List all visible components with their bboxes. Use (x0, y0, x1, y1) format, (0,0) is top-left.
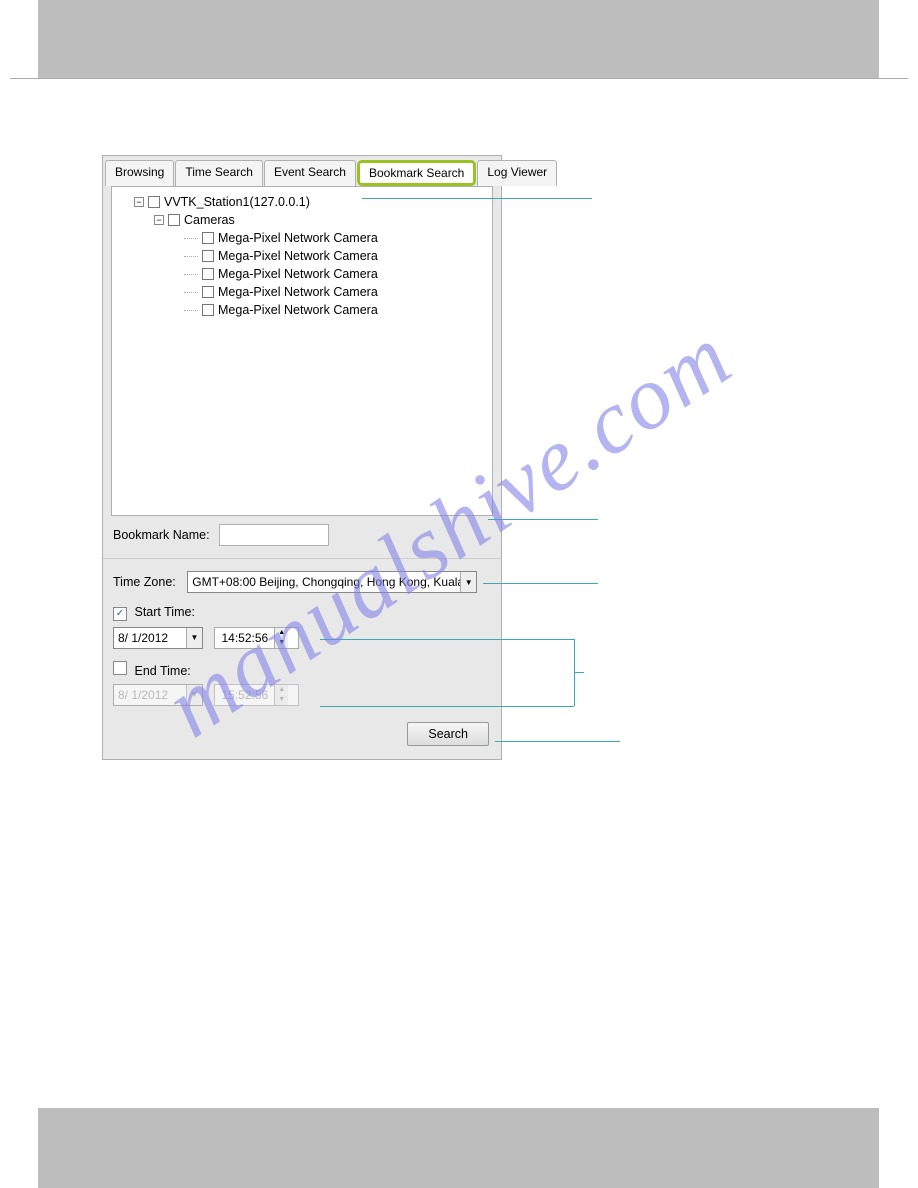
end-time-spinner: 15:52:56 ▲ ▼ (214, 684, 299, 706)
collapse-icon[interactable]: − (134, 197, 144, 207)
callout-line (483, 583, 598, 584)
spinner-down-icon: ▼ (275, 695, 288, 705)
search-panel: Browsing Time Search Event Search Bookma… (102, 155, 502, 760)
callout-line (574, 672, 584, 673)
end-time-checkbox[interactable] (113, 661, 127, 675)
header-banner (38, 0, 879, 78)
header-divider (10, 78, 908, 79)
camera-label: Mega-Pixel Network Camera (218, 249, 378, 263)
tree-camera-item[interactable]: Mega-Pixel Network Camera (184, 229, 488, 247)
timezone-dropdown[interactable]: GMT+08:00 Beijing, Chongqing, Hong Kong,… (187, 571, 477, 593)
tree-connector-icon (184, 274, 198, 275)
end-time-label: End Time: (134, 664, 190, 678)
camera-label: Mega-Pixel Network Camera (218, 231, 378, 245)
end-time-section: End Time: 8/ 1/2012 ▼ 15:52:56 ▲ ▼ (103, 657, 501, 714)
tree-connector-icon (184, 292, 198, 293)
callout-line (495, 741, 620, 742)
end-time-value: 15:52:56 (215, 685, 274, 705)
cameras-label: Cameras (184, 213, 235, 227)
timezone-label: Time Zone: (113, 575, 176, 589)
bookmark-name-section: Bookmark Name: (103, 516, 501, 554)
cameras-checkbox[interactable] (168, 214, 180, 226)
tree-connector-icon (184, 256, 198, 257)
divider (103, 558, 501, 559)
chevron-down-icon[interactable]: ▼ (186, 628, 202, 648)
search-button[interactable]: Search (407, 722, 489, 746)
callout-line (488, 519, 598, 520)
camera-checkbox[interactable] (202, 286, 214, 298)
tree-camera-item[interactable]: Mega-Pixel Network Camera (184, 301, 488, 319)
tab-bookmark-search[interactable]: Bookmark Search (357, 160, 476, 186)
start-time-checkbox[interactable] (113, 607, 127, 621)
callout-line (362, 198, 592, 199)
spinner-down-icon[interactable]: ▼ (275, 638, 288, 648)
camera-checkbox[interactable] (202, 232, 214, 244)
chevron-down-icon[interactable]: ▼ (460, 572, 476, 592)
station-checkbox[interactable] (148, 196, 160, 208)
tab-event-search[interactable]: Event Search (264, 160, 356, 186)
bookmark-name-label: Bookmark Name: (113, 528, 210, 542)
collapse-icon[interactable]: − (154, 215, 164, 225)
start-time-spinner[interactable]: 14:52:56 ▲ ▼ (214, 627, 299, 649)
tree-connector-icon (184, 310, 198, 311)
start-time-label: Start Time: (134, 605, 194, 619)
camera-label: Mega-Pixel Network Camera (218, 303, 378, 317)
start-time-section: Start Time: 8/ 1/2012 ▼ 14:52:56 ▲ ▼ (103, 601, 501, 657)
camera-checkbox[interactable] (202, 304, 214, 316)
footer-banner (38, 1108, 879, 1188)
callout-line (320, 639, 574, 640)
spinner-up-icon: ▲ (275, 685, 288, 695)
tab-bar: Browsing Time Search Event Search Bookma… (103, 156, 501, 186)
camera-label: Mega-Pixel Network Camera (218, 267, 378, 281)
tree-camera-item[interactable]: Mega-Pixel Network Camera (184, 265, 488, 283)
timezone-value: GMT+08:00 Beijing, Chongqing, Hong Kong,… (188, 575, 460, 589)
tree-camera-item[interactable]: Mega-Pixel Network Camera (184, 283, 488, 301)
tree-station-row[interactable]: − VVTK_Station1(127.0.0.1) (134, 193, 488, 211)
start-date-value: 8/ 1/2012 (114, 631, 186, 645)
tree-camera-item[interactable]: Mega-Pixel Network Camera (184, 247, 488, 265)
chevron-down-icon: ▼ (186, 685, 202, 705)
tab-log-viewer[interactable]: Log Viewer (477, 160, 557, 186)
start-time-value: 14:52:56 (215, 628, 274, 648)
callout-line (320, 706, 574, 707)
start-date-dropdown[interactable]: 8/ 1/2012 ▼ (113, 627, 203, 649)
tab-time-search[interactable]: Time Search (175, 160, 263, 186)
bookmark-name-input[interactable] (219, 524, 329, 546)
tree-connector-icon (184, 238, 198, 239)
station-label: VVTK_Station1(127.0.0.1) (164, 195, 310, 209)
end-date-value: 8/ 1/2012 (114, 688, 186, 702)
spinner-up-icon[interactable]: ▲ (275, 628, 288, 638)
timezone-section: Time Zone: GMT+08:00 Beijing, Chongqing,… (103, 563, 501, 601)
tab-browsing[interactable]: Browsing (105, 160, 174, 186)
camera-label: Mega-Pixel Network Camera (218, 285, 378, 299)
end-date-dropdown: 8/ 1/2012 ▼ (113, 684, 203, 706)
tree-cameras-row[interactable]: − Cameras (154, 211, 488, 229)
camera-checkbox[interactable] (202, 268, 214, 280)
camera-checkbox[interactable] (202, 250, 214, 262)
camera-tree: − VVTK_Station1(127.0.0.1) − Cameras Meg… (111, 186, 493, 516)
